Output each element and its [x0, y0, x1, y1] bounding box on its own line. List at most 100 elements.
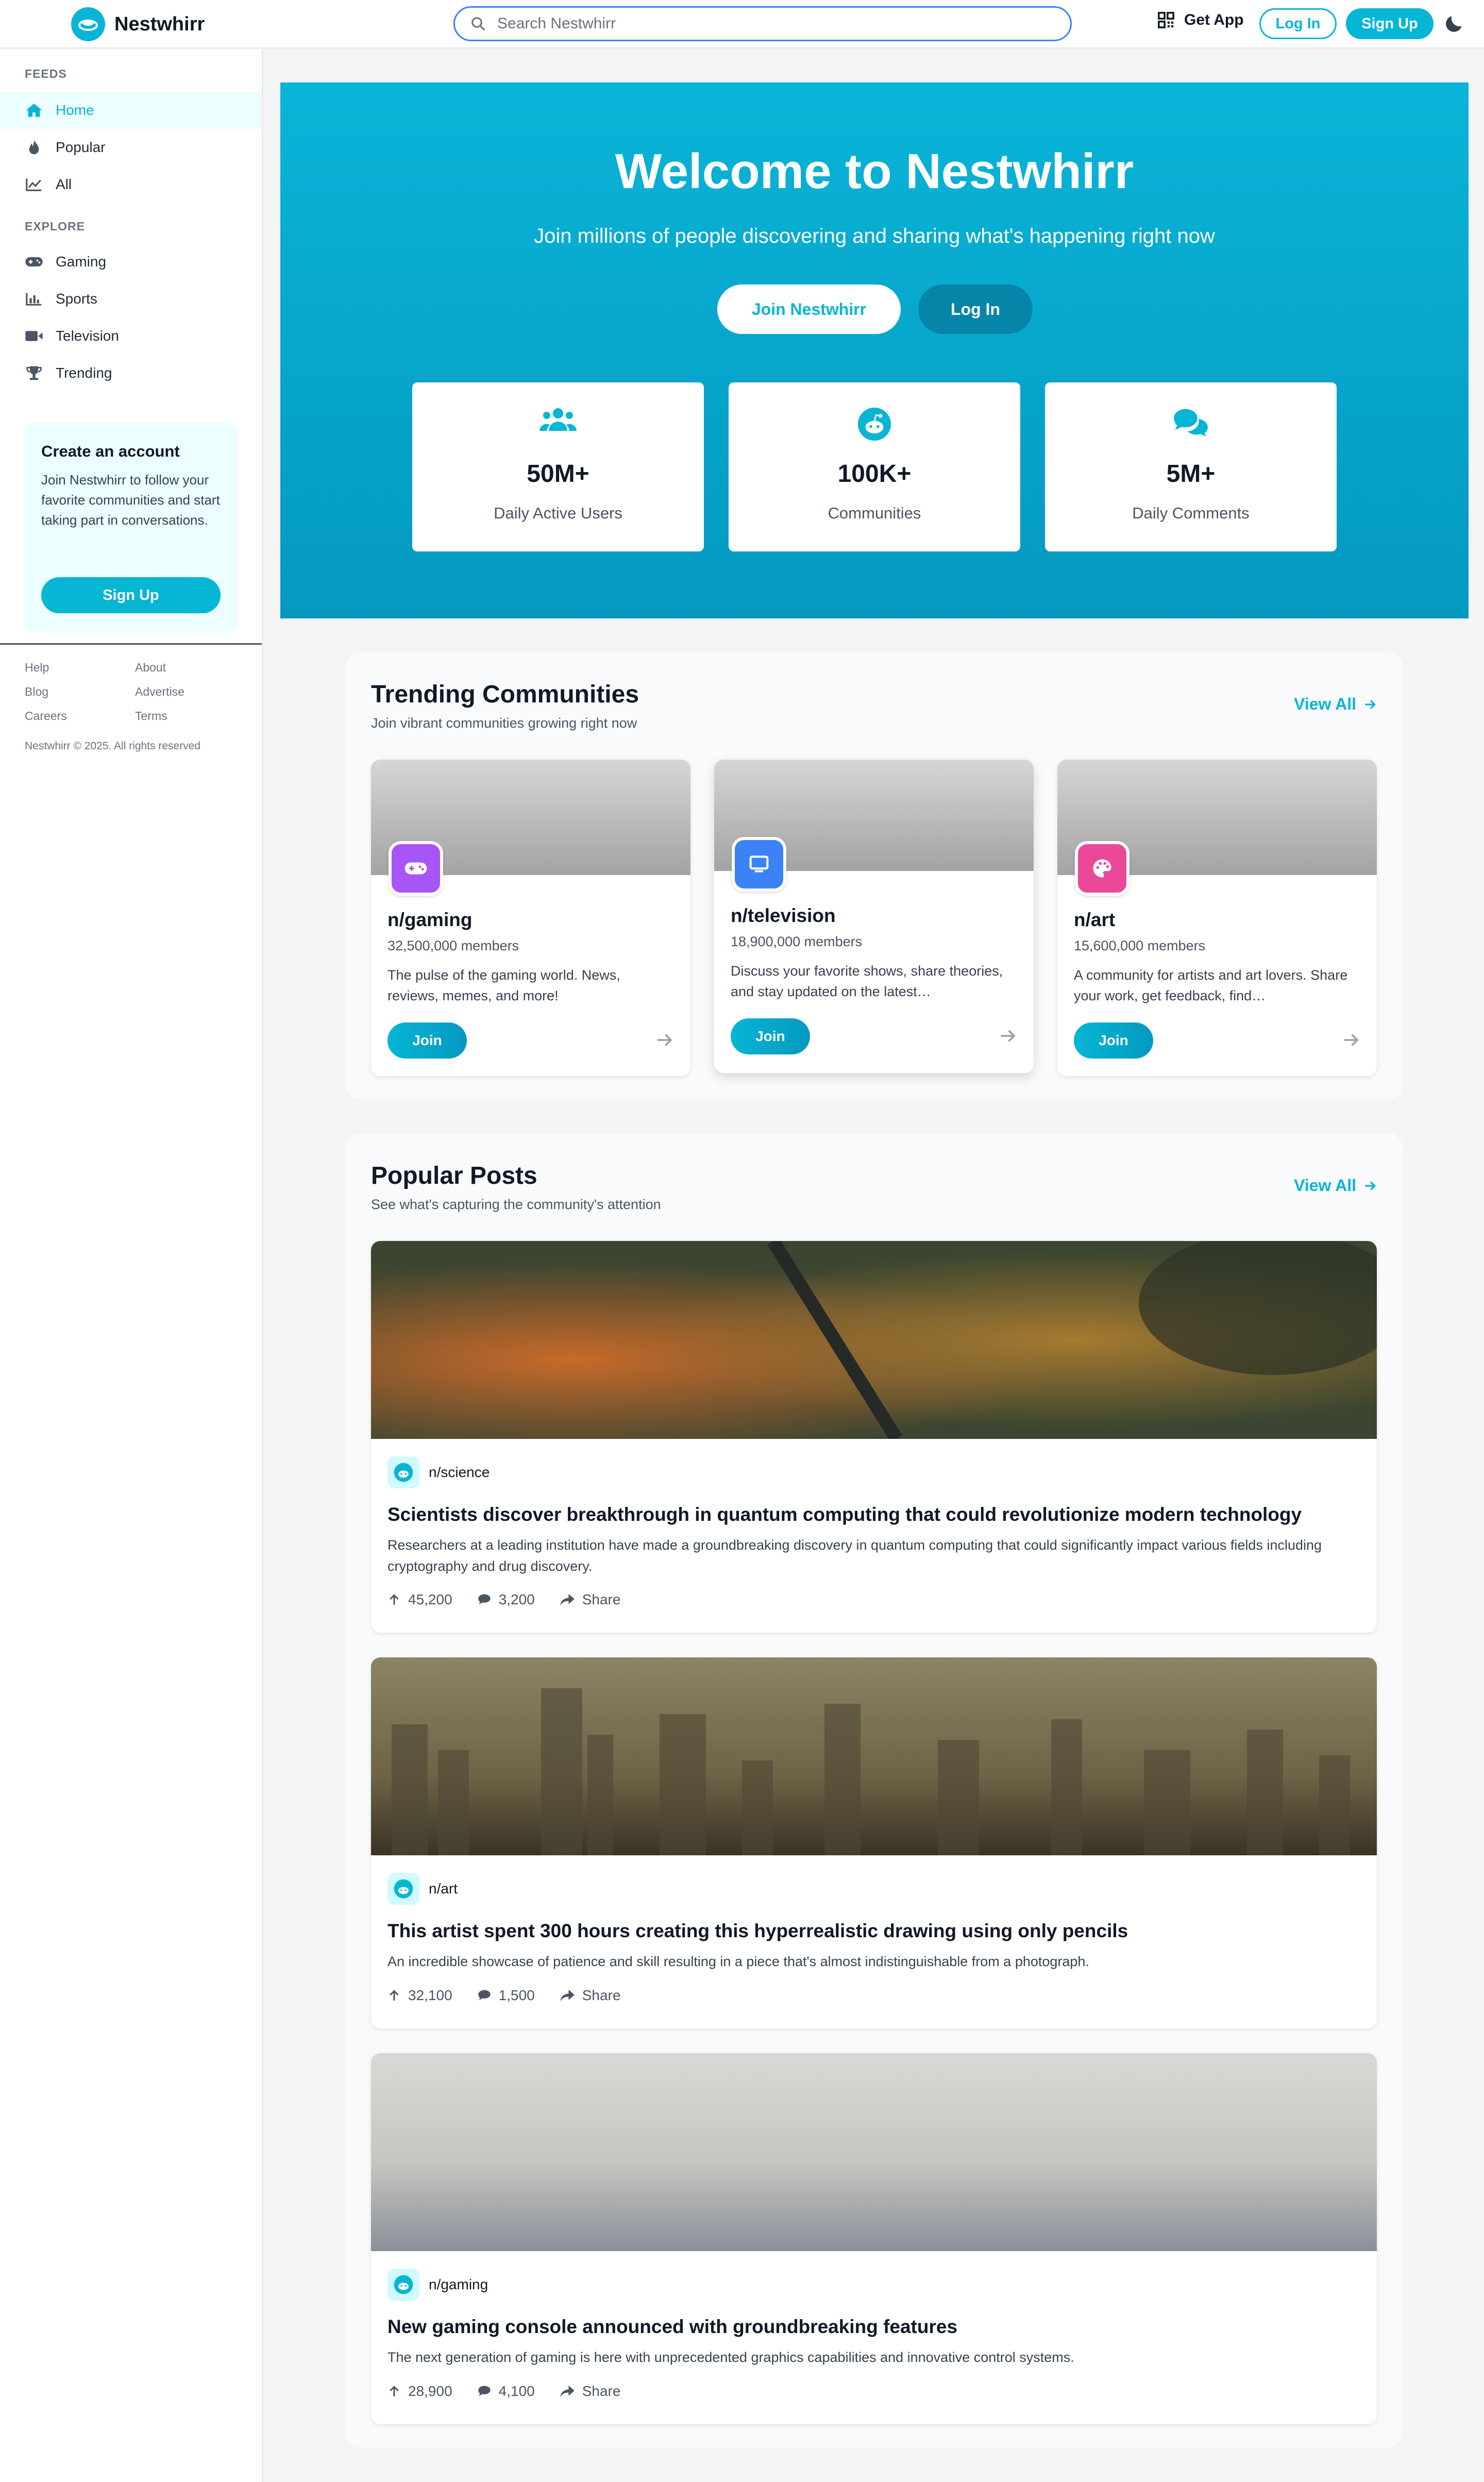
trending-communities-section: Trending Communities Join vibrant commun… — [345, 651, 1403, 1100]
login-button[interactable]: Log In — [1259, 8, 1337, 39]
arrow-right-icon[interactable] — [1342, 1031, 1360, 1049]
community-members: 32,500,000 members — [387, 938, 519, 953]
brand-name: Nestwhirr — [114, 13, 205, 35]
footer-link-advertise[interactable]: Advertise — [135, 685, 238, 699]
qr-code-icon — [1158, 12, 1174, 28]
post-title[interactable]: Scientists discover breakthrough in quan… — [387, 1504, 1302, 1525]
comments-button[interactable]: 4,100 — [477, 2383, 535, 2400]
post-subreddit[interactable]: n/gaming — [387, 2269, 488, 2301]
footer-link-careers[interactable]: Careers — [25, 709, 135, 723]
section-subtitle: See what's capturing the community's att… — [371, 1197, 661, 1212]
share-icon — [560, 2385, 575, 2397]
post-title[interactable]: This artist spent 300 hours creating thi… — [387, 1920, 1128, 1942]
community-description: Discuss your favorite shows, share theor… — [731, 963, 1003, 999]
footer-link-blog[interactable]: Blog — [25, 685, 135, 699]
post-body: Researchers at a leading institution hav… — [387, 1537, 1322, 1574]
get-app-label: Get App — [1184, 11, 1244, 28]
sidebar-item-label: Trending — [56, 365, 112, 381]
share-button[interactable]: Share — [560, 2383, 621, 2400]
get-app-button[interactable]: Get App — [1157, 11, 1244, 29]
logo-icon — [71, 7, 105, 41]
upvote-button[interactable]: 32,100 — [387, 1987, 452, 2004]
hero-login-button[interactable]: Log In — [918, 284, 1033, 334]
share-button[interactable]: Share — [560, 1591, 620, 1608]
community-description: The pulse of the gaming world. News, rev… — [387, 967, 620, 1003]
community-name: n/art — [1074, 909, 1116, 930]
section-subtitle: Join vibrant communities growing right n… — [371, 715, 637, 731]
arrow-right-icon — [1365, 1181, 1376, 1190]
subreddit-name: n/art — [429, 1881, 458, 1897]
join-community-button[interactable]: Join — [387, 1022, 467, 1059]
left-sidebar: FEEDS Home Popular All EXPLORE Gaming Sp… — [0, 49, 263, 2482]
stat-label: Communities — [828, 504, 921, 522]
footer-link-about[interactable]: About — [135, 661, 238, 675]
community-name: n/television — [731, 905, 836, 926]
sidebar-item-label: Gaming — [56, 254, 107, 270]
sidebar-signup-button[interactable]: Sign Up — [41, 577, 221, 613]
subreddit-name: n/science — [429, 1464, 490, 1480]
comments-button[interactable]: 3,200 — [477, 1591, 535, 1608]
post-title[interactable]: New gaming console announced with ground… — [387, 2316, 957, 2338]
sidebar-item-popular[interactable]: Popular — [0, 129, 262, 166]
post-image[interactable] — [371, 1657, 1377, 1855]
sidebar-item-television[interactable]: Television — [0, 317, 262, 355]
arrow-right-icon[interactable] — [655, 1031, 674, 1049]
footer-link-terms[interactable]: Terms — [135, 709, 238, 723]
view-all-communities-link[interactable]: View All — [1294, 695, 1377, 714]
join-community-button[interactable]: Join — [731, 1018, 810, 1054]
create-account-title: Create an account — [41, 442, 180, 460]
comment-count: 3,200 — [498, 1591, 535, 1607]
brand-logo[interactable]: Nestwhirr — [71, 7, 205, 41]
post-subreddit[interactable]: n/art — [387, 1873, 458, 1905]
sidebar-item-label: Popular — [56, 139, 106, 155]
post-image[interactable] — [371, 1241, 1377, 1443]
footer-links: Help About Blog Advertise Careers Terms — [25, 661, 241, 723]
stat-label: Daily Comments — [1132, 504, 1250, 522]
stat-value: 5M+ — [1166, 460, 1216, 488]
share-button[interactable]: Share — [560, 1987, 620, 2004]
community-card-television[interactable]: n/television 18,900,000 members Discuss … — [714, 760, 1034, 1073]
stat-card-communities: 100K+ Communities — [729, 382, 1020, 551]
search-icon — [471, 17, 485, 30]
sidebar-item-trending[interactable]: Trending — [0, 355, 262, 392]
upvote-count: 45,200 — [408, 1591, 452, 1607]
feeds-heading: FEEDS — [25, 67, 67, 80]
sidebar-item-sports[interactable]: Sports — [0, 280, 262, 317]
upvote-button[interactable]: 28,900 — [387, 2383, 452, 2400]
view-all-label: View All — [1294, 1176, 1356, 1195]
post-subreddit[interactable]: n/science — [387, 1456, 490, 1488]
join-community-button[interactable]: Join — [1074, 1022, 1153, 1059]
sidebar-item-all[interactable]: All — [0, 166, 262, 203]
hero-join-button[interactable]: Join Nestwhirr — [717, 284, 901, 334]
gamepad-icon — [25, 253, 43, 271]
post-card[interactable]: n/art This artist spent 300 hours creati… — [371, 1657, 1377, 2028]
post-actions: 28,900 4,100 Share — [387, 2383, 620, 2400]
sidebar-item-label: Television — [56, 328, 119, 344]
post-card[interactable]: n/gaming New gaming console announced wi… — [371, 2053, 1377, 2424]
search-input[interactable] — [497, 15, 1013, 32]
sidebar-item-home[interactable]: Home — [0, 92, 262, 129]
home-icon — [25, 101, 43, 120]
post-card[interactable]: n/science Scientists discover breakthrou… — [371, 1241, 1377, 1633]
search-bar[interactable] — [453, 6, 1072, 41]
community-card-gaming[interactable]: n/gaming 32,500,000 members The pulse of… — [371, 760, 690, 1076]
section-title: Trending Communities — [371, 681, 639, 708]
sidebar-item-gaming[interactable]: Gaming — [0, 243, 262, 280]
upvote-button[interactable]: 45,200 — [387, 1591, 452, 1608]
share-label: Share — [582, 2383, 621, 2399]
upvote-count: 28,900 — [408, 2383, 452, 2399]
community-card-art[interactable]: n/art 15,600,000 members A community for… — [1057, 760, 1377, 1076]
create-account-text: Join Nestwhirr to follow your favorite c… — [41, 472, 220, 528]
chart-line-icon — [25, 175, 43, 194]
arrow-right-icon[interactable] — [999, 1027, 1017, 1045]
post-body: The next generation of gaming is here wi… — [387, 2350, 1074, 2365]
sidebar-item-label: Home — [56, 102, 94, 118]
view-all-posts-link[interactable]: View All — [1294, 1176, 1377, 1195]
comments-button[interactable]: 1,500 — [477, 1987, 535, 2004]
comment-icon — [478, 1990, 491, 2001]
signup-button[interactable]: Sign Up — [1346, 8, 1434, 39]
post-image[interactable] — [371, 2053, 1377, 2251]
moon-icon[interactable] — [1443, 12, 1465, 35]
footer-link-help[interactable]: Help — [25, 661, 135, 675]
comment-icon — [478, 1594, 491, 1605]
